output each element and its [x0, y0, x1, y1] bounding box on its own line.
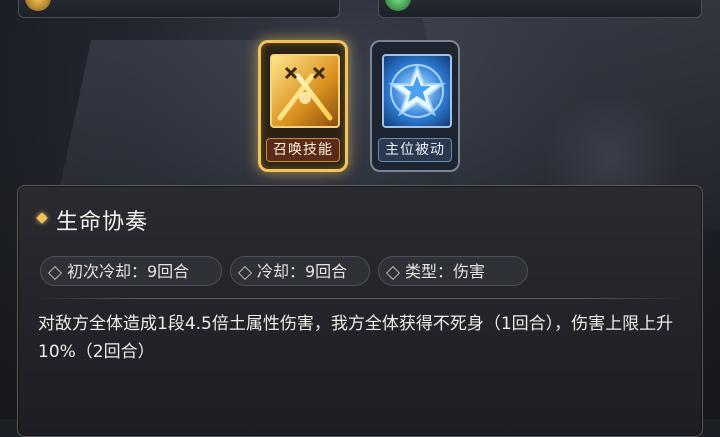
diamond-icon — [47, 265, 63, 281]
tag-initial-cooldown: 初次冷却：9回合 — [40, 256, 222, 286]
diamond-icon — [237, 265, 253, 281]
divider — [36, 298, 684, 299]
tag-cooldown: 冷却：9回合 — [230, 256, 370, 286]
skill-card-label: 主位被动 — [378, 138, 452, 162]
tag-text: 类型：伤害 — [405, 262, 486, 281]
top-right-emblem-icon — [385, 0, 411, 11]
skill-card-label: 召唤技能 — [266, 138, 340, 162]
skill-name: 生命协奏 — [56, 210, 149, 235]
top-slot-left — [18, 0, 340, 18]
tag-text: 冷却：9回合 — [257, 262, 348, 281]
diamond-icon — [385, 265, 401, 281]
skill-card-summon[interactable]: 召唤技能 — [258, 40, 348, 172]
skill-description: 对敌方全体造成1段4.5倍土属性伤害，我方全体获得不死身（1回合），伤害上限上升… — [38, 314, 674, 362]
star-icon — [382, 54, 452, 128]
skill-card-passive[interactable]: 主位被动 — [370, 40, 460, 172]
top-slot-right — [378, 0, 702, 18]
tag-type: 类型：伤害 — [378, 256, 528, 286]
sparkle-icon — [36, 212, 48, 224]
tag-text: 初次冷却：9回合 — [67, 262, 190, 281]
crossed-swords-icon — [270, 54, 340, 128]
skill-info-panel: 生命协奏 初次冷却：9回合 冷却：9回合 类型：伤害 对敌方全体造成1段4.5倍… — [17, 185, 703, 437]
top-left-emblem-icon — [25, 0, 51, 11]
